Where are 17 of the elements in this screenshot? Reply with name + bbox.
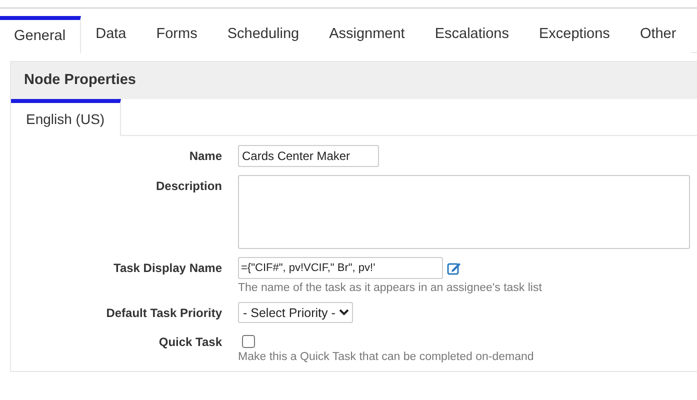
description-field[interactable] xyxy=(238,175,690,249)
expression-field[interactable]: ={"CIF#", pv!VCIF," Br", pv!' xyxy=(238,257,443,279)
language-tab[interactable]: English (US) xyxy=(11,99,121,136)
tab[interactable]: Data xyxy=(80,16,142,53)
priority-select[interactable]: - Select Priority - xyxy=(238,302,353,323)
quick-task-checkbox[interactable] xyxy=(242,335,255,348)
field-label: Quick Task xyxy=(158,334,222,351)
edit-icon[interactable] xyxy=(447,262,461,274)
field-label: Description xyxy=(156,178,222,195)
panel-title: Node Properties xyxy=(11,62,697,99)
tab[interactable]: General xyxy=(0,16,81,53)
field-label: Task Display Name xyxy=(114,260,222,277)
field-hint: Make this a Quick Task that can be completed on-demand xyxy=(238,351,534,363)
field-label: Name xyxy=(189,148,222,165)
field-label: Default Task Priority xyxy=(106,305,222,322)
field-hint: The name of the task as it appears in an assignee's task list xyxy=(238,282,542,294)
name-field[interactable]: Cards Center Maker xyxy=(238,145,379,167)
